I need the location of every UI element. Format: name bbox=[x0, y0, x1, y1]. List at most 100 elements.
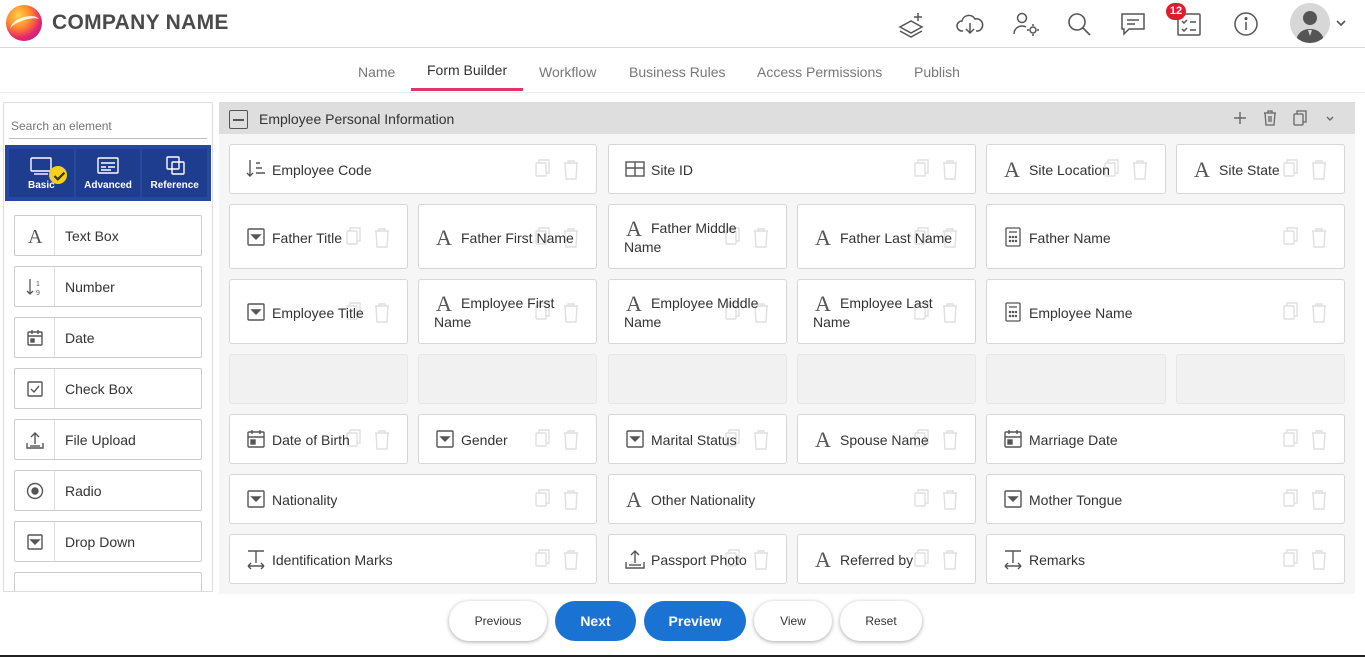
cloud-download-icon[interactable] bbox=[955, 9, 985, 39]
field-actions-icon[interactable] bbox=[1280, 159, 1330, 181]
field-actions-icon[interactable] bbox=[1280, 549, 1330, 571]
copy-icon[interactable] bbox=[1291, 109, 1309, 127]
field-actions-icon[interactable] bbox=[343, 429, 393, 451]
form-field[interactable]: A Father Middle Name bbox=[608, 204, 787, 269]
form-field[interactable]: A Employee First Name bbox=[418, 279, 597, 344]
field-actions-icon[interactable] bbox=[722, 227, 772, 249]
field-actions-icon[interactable] bbox=[532, 429, 582, 451]
palette-item-file-upload[interactable]: File Upload bbox=[14, 419, 202, 460]
field-actions-icon[interactable] bbox=[722, 549, 772, 571]
field-actions-icon[interactable] bbox=[343, 302, 393, 324]
empty-drop-slot[interactable] bbox=[418, 354, 597, 404]
field-actions-icon[interactable] bbox=[722, 429, 772, 451]
tab-business-rules[interactable]: Business Rules bbox=[629, 64, 726, 80]
category-advanced[interactable]: Advanced bbox=[75, 149, 141, 197]
field-actions-icon[interactable] bbox=[911, 302, 961, 324]
chevron-down-icon[interactable] bbox=[1321, 109, 1339, 127]
form-field[interactable]: Employee Title bbox=[229, 279, 408, 344]
preview-button[interactable]: Preview bbox=[644, 601, 746, 641]
form-field[interactable]: Father Title bbox=[229, 204, 408, 269]
plus-icon[interactable] bbox=[1231, 109, 1249, 127]
empty-drop-slot[interactable] bbox=[1176, 354, 1345, 404]
collapse-section-icon[interactable] bbox=[229, 110, 248, 129]
form-field[interactable]: Marital Status bbox=[608, 414, 787, 464]
form-field[interactable]: Nationality bbox=[229, 474, 597, 524]
empty-drop-slot[interactable] bbox=[229, 354, 408, 404]
palette-item-check-box[interactable]: Check Box bbox=[14, 368, 202, 409]
palette-item-label: Radio bbox=[65, 483, 102, 499]
field-actions-icon[interactable] bbox=[911, 227, 961, 249]
field-actions-icon[interactable] bbox=[532, 549, 582, 571]
field-actions-icon[interactable] bbox=[343, 227, 393, 249]
field-actions-icon[interactable] bbox=[1280, 302, 1330, 324]
previous-button[interactable]: Previous bbox=[449, 601, 547, 641]
field-actions-icon[interactable] bbox=[911, 549, 961, 571]
view-button[interactable]: View bbox=[754, 601, 832, 641]
form-field[interactable]: A Referred by bbox=[797, 534, 976, 584]
palette-item-partial[interactable] bbox=[14, 572, 202, 591]
layers-add-icon[interactable] bbox=[896, 9, 926, 39]
field-actions-icon[interactable] bbox=[1280, 489, 1330, 511]
palette-item-number[interactable]: 19 Number bbox=[14, 266, 202, 307]
form-field[interactable]: Date of Birth bbox=[229, 414, 408, 464]
empty-drop-slot[interactable] bbox=[986, 354, 1166, 404]
form-field[interactable]: A Site State bbox=[1176, 144, 1345, 194]
field-actions-icon[interactable] bbox=[532, 302, 582, 324]
users-settings-icon[interactable] bbox=[1011, 9, 1041, 39]
empty-drop-slot[interactable] bbox=[608, 354, 787, 404]
form-field[interactable]: A Employee Middle Name bbox=[608, 279, 787, 344]
form-field[interactable]: Employee Code bbox=[229, 144, 597, 194]
form-field-label: Referred by bbox=[840, 552, 914, 568]
field-actions-icon[interactable] bbox=[532, 159, 582, 181]
palette-item-date[interactable]: Date bbox=[14, 317, 202, 358]
palette-item-radio[interactable]: Radio bbox=[14, 470, 202, 511]
form-field[interactable]: Passport Photo bbox=[608, 534, 787, 584]
field-actions-icon[interactable] bbox=[1101, 159, 1151, 181]
form-field[interactable]: Site ID bbox=[608, 144, 976, 194]
reset-button[interactable]: Reset bbox=[840, 601, 922, 641]
company-logo[interactable] bbox=[6, 5, 42, 41]
form-field[interactable]: A Site Location bbox=[986, 144, 1166, 194]
form-field[interactable]: A Spouse Name bbox=[797, 414, 976, 464]
form-field[interactable]: A Other Nationality bbox=[608, 474, 976, 524]
next-button[interactable]: Next bbox=[555, 601, 636, 641]
info-icon[interactable] bbox=[1231, 9, 1261, 39]
calendar-icon bbox=[245, 428, 267, 450]
form-field[interactable]: A Employee Last Name bbox=[797, 279, 976, 344]
chat-icon[interactable] bbox=[1118, 9, 1148, 39]
field-actions-icon[interactable] bbox=[1280, 429, 1330, 451]
field-actions-icon[interactable] bbox=[722, 302, 772, 324]
tab-access-permissions[interactable]: Access Permissions bbox=[757, 64, 882, 80]
form-field[interactable]: Marriage Date bbox=[986, 414, 1345, 464]
trash-icon[interactable] bbox=[1261, 109, 1279, 127]
element-search-input[interactable] bbox=[9, 113, 207, 139]
empty-drop-slot[interactable] bbox=[797, 354, 976, 404]
field-actions-icon[interactable] bbox=[911, 489, 961, 511]
search-icon[interactable] bbox=[1064, 9, 1094, 39]
tab-workflow[interactable]: Workflow bbox=[539, 64, 596, 80]
category-basic[interactable]: Basic bbox=[9, 149, 74, 197]
form-field[interactable]: A Father Last Name bbox=[797, 204, 976, 269]
form-field[interactable]: Employee Name bbox=[986, 279, 1345, 344]
category-reference[interactable]: Reference bbox=[142, 149, 208, 197]
avatar[interactable] bbox=[1290, 3, 1330, 43]
form-field[interactable]: Gender bbox=[418, 414, 597, 464]
textarea-icon bbox=[1002, 548, 1024, 570]
palette-item-text-box[interactable]: A Text Box bbox=[14, 215, 202, 256]
form-field[interactable]: Father Name bbox=[986, 204, 1345, 269]
form-field[interactable]: Mother Tongue bbox=[986, 474, 1345, 524]
form-field[interactable]: A Father First Name bbox=[418, 204, 597, 269]
form-field-label: Mother Tongue bbox=[1029, 492, 1123, 508]
field-actions-icon[interactable] bbox=[1280, 227, 1330, 249]
form-field[interactable]: Remarks bbox=[986, 534, 1345, 584]
tab-form-builder[interactable]: Form Builder bbox=[427, 62, 507, 78]
field-actions-icon[interactable] bbox=[532, 489, 582, 511]
chevron-down-icon[interactable] bbox=[1334, 16, 1348, 30]
field-actions-icon[interactable] bbox=[911, 159, 961, 181]
form-field[interactable]: Identification Marks bbox=[229, 534, 597, 584]
tab-name[interactable]: Name bbox=[358, 64, 395, 80]
tab-publish[interactable]: Publish bbox=[914, 64, 960, 80]
field-actions-icon[interactable] bbox=[911, 429, 961, 451]
field-actions-icon[interactable] bbox=[532, 227, 582, 249]
palette-item-drop-down[interactable]: Drop Down bbox=[14, 521, 202, 562]
